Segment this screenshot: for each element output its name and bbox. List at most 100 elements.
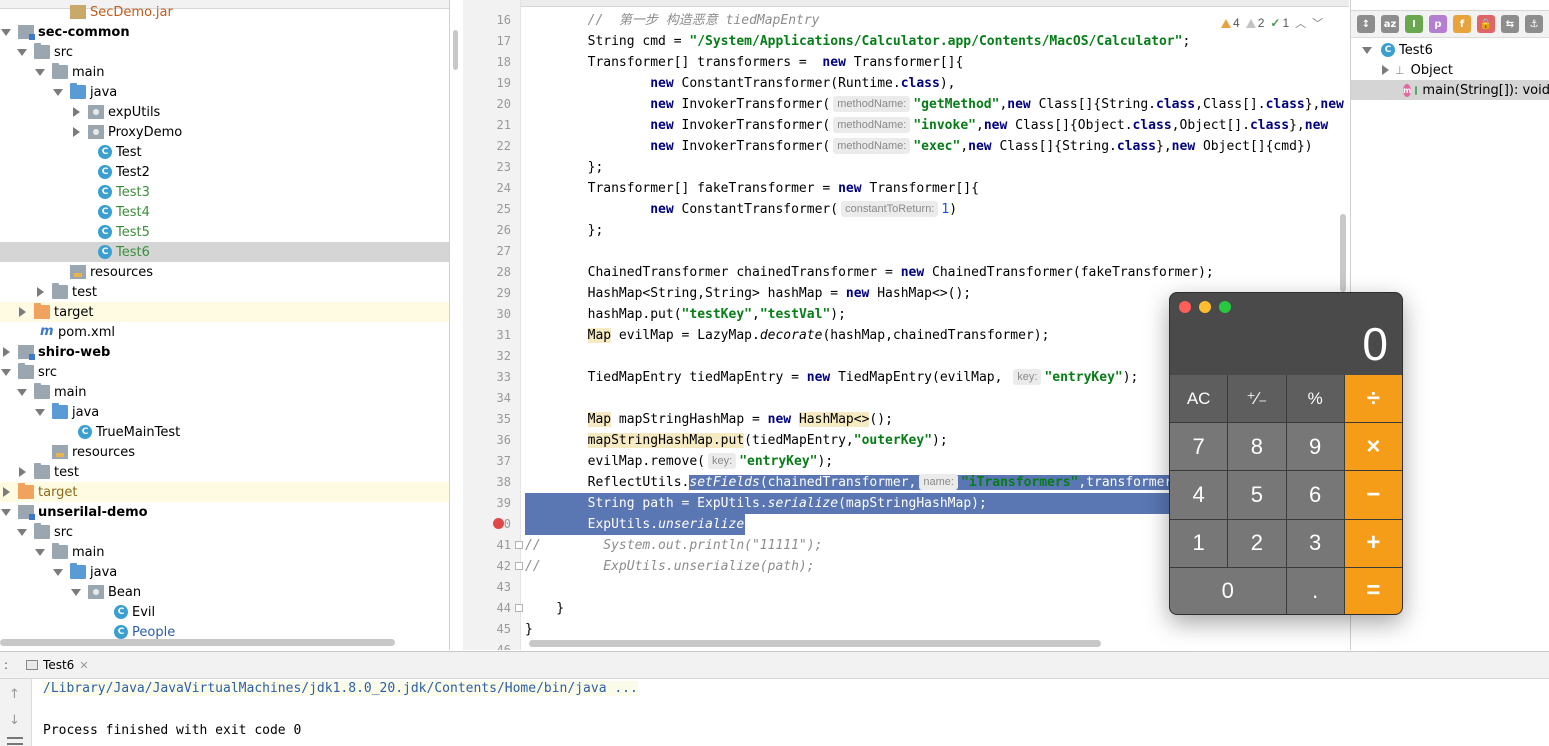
expanded-arrow-icon[interactable] [34, 542, 46, 562]
tree-item-test[interactable]: test [0, 282, 449, 302]
calc-key-digit-4[interactable]: 4 [1170, 471, 1228, 519]
sort-by-visibility-icon[interactable]: ↕ [1357, 15, 1375, 33]
calculator-window[interactable]: 0 AC ⁺∕₋% ÷ 7 8 9 × 4 5 6− 1 2 3 +0. = [1169, 292, 1403, 615]
calc-key-subtract[interactable]: − [1344, 471, 1402, 519]
tree-item-main[interactable]: main [0, 542, 449, 562]
collapsed-arrow-icon[interactable] [16, 462, 28, 482]
expanded-arrow-icon[interactable] [16, 382, 28, 402]
expanded-arrow-icon[interactable] [16, 522, 28, 542]
editor-horizontal-scrollbar[interactable] [529, 640, 1101, 647]
tree-item-target[interactable]: target [0, 302, 449, 322]
calc-key-digit-5[interactable]: 5 [1228, 471, 1286, 519]
line-number[interactable]: 39 [463, 493, 511, 514]
code-line[interactable]: new InvokerTransformer(methodName: "getMe… [525, 94, 1345, 115]
tree-item-proxydemo[interactable]: ProxyDemo [0, 122, 449, 142]
soft-wrap-icon[interactable] [7, 737, 23, 745]
tree-item-main[interactable]: main [0, 62, 449, 82]
project-vertical-scrollbar[interactable] [453, 30, 458, 70]
calc-key-digit-9[interactable]: 9 [1286, 423, 1344, 471]
code-line[interactable] [525, 241, 1345, 262]
line-number[interactable]: 16 [463, 10, 511, 31]
line-number[interactable]: 21 [463, 115, 511, 136]
structure-item-test6[interactable]: C Test6 [1351, 40, 1549, 60]
line-number[interactable]: 28 [463, 262, 511, 283]
close-tab-icon[interactable]: ✕ [79, 659, 88, 672]
code-line[interactable]: } [525, 619, 1345, 640]
tree-item-test6[interactable]: C Test6 [0, 242, 449, 262]
expanded-arrow-icon[interactable] [16, 42, 28, 62]
autoscroll-icon[interactable]: ⚓ [1525, 15, 1543, 33]
line-number[interactable]: 27 [463, 241, 511, 262]
calc-key-digit-1[interactable]: 1 [1170, 519, 1228, 567]
collapsed-arrow-icon[interactable] [70, 102, 82, 122]
line-number[interactable]: 26 [463, 220, 511, 241]
tree-item-src[interactable]: src [0, 42, 449, 62]
editor-vertical-scrollbar[interactable] [1340, 214, 1346, 292]
line-number[interactable]: 38 [463, 472, 511, 493]
code-line[interactable]: new InvokerTransformer(methodName: "invok… [525, 115, 1345, 136]
line-number[interactable]: 35 [463, 409, 511, 430]
code-line[interactable]: new ConstantTransformer(Runtime.class), [525, 73, 1345, 94]
line-number[interactable]: 42 [463, 556, 511, 577]
calc-key-digit-0[interactable]: 0 [1170, 567, 1286, 614]
sort-alphabetically-icon[interactable]: az [1381, 15, 1399, 33]
expanded-arrow-icon[interactable] [34, 62, 46, 82]
calc-key-plus-minus[interactable]: ⁺∕₋ [1228, 375, 1286, 423]
editor-gutter[interactable]: 16 17 18 19 20 21 22 23 24 25 26 27 28 29 30 31 32 33 34 35… [463, 0, 523, 650]
line-number[interactable]: 46 [463, 640, 511, 650]
tree-item-pom-xml[interactable]: m pom.xml [0, 322, 449, 342]
line-number[interactable]: 31 [463, 325, 511, 346]
line-number[interactable]: 30 [463, 304, 511, 325]
calc-key-equals[interactable]: = [1344, 567, 1402, 614]
tree-item-target[interactable]: target [0, 482, 449, 502]
line-number[interactable]: 36 [463, 430, 511, 451]
ok-counter[interactable]: ✓ 1 [1270, 16, 1289, 30]
close-window-button[interactable] [1179, 301, 1191, 313]
expanded-arrow-icon[interactable] [34, 402, 46, 422]
code-line[interactable]: }; [525, 157, 1345, 178]
fold-marker-icon[interactable] [515, 541, 523, 549]
tree-item-unserilal-demo[interactable]: unserilal-demo [0, 502, 449, 522]
tree-item-main[interactable]: main [0, 382, 449, 402]
line-number[interactable]: 33 [463, 367, 511, 388]
expanded-arrow-icon[interactable] [0, 502, 12, 522]
tree-item-truemaintest[interactable]: C TrueMainTest [0, 422, 449, 442]
tree-item-test2[interactable]: C Test2 [0, 162, 449, 182]
code-line[interactable]: String cmd = "/System/Applications/Calcu… [525, 31, 1345, 52]
tree-item-test5[interactable]: C Test5 [0, 222, 449, 242]
line-number[interactable]: 24 [463, 178, 511, 199]
tree-item-evil[interactable]: C Evil [0, 602, 449, 622]
line-number[interactable]: 20 [463, 94, 511, 115]
calc-key-add[interactable]: + [1344, 519, 1402, 567]
show-fields-icon[interactable]: f [1453, 15, 1471, 33]
expanded-arrow-icon[interactable] [52, 562, 64, 582]
code-line[interactable]: ChainedTransformer chainedTransformer = … [525, 262, 1345, 283]
code-line[interactable]: Transformer[] fakeTransformer = new Tran… [525, 178, 1345, 199]
line-number[interactable]: 37 [463, 451, 511, 472]
collapsed-arrow-icon[interactable] [0, 482, 12, 502]
line-number[interactable]: 23 [463, 157, 511, 178]
expanded-arrow-icon[interactable] [1361, 40, 1373, 60]
minimize-window-button[interactable] [1199, 301, 1211, 313]
tree-item-test4[interactable]: C Test4 [0, 202, 449, 222]
line-number[interactable]: 43 [463, 577, 511, 598]
tree-item-sec-common[interactable]: sec-common [0, 22, 449, 42]
run-command-line[interactable]: /Library/Java/JavaVirtualMachines/jdk1.8… [43, 681, 638, 696]
code-line[interactable]: new InvokerTransformer(methodName: "exec"… [525, 136, 1345, 157]
calc-key-digit-2[interactable]: 2 [1228, 519, 1286, 567]
tree-item-java[interactable]: java [0, 82, 449, 102]
tree-item-secdemo-jar[interactable]: SecDemo.jar [0, 2, 449, 22]
collapsed-arrow-icon[interactable] [16, 302, 28, 322]
calc-key-clear[interactable]: AC [1170, 375, 1228, 423]
collapsed-arrow-icon[interactable] [0, 342, 12, 362]
expanded-arrow-icon[interactable] [0, 22, 12, 42]
tree-item-test[interactable]: test [0, 462, 449, 482]
code-line[interactable]: new ConstantTransformer(constantToReturn… [525, 199, 1345, 220]
code-line[interactable]: }; [525, 220, 1345, 241]
tree-item-resources[interactable]: resources [0, 262, 449, 282]
tree-item-shiro-web[interactable]: shiro-web [0, 342, 449, 362]
calc-key-multiply[interactable]: × [1344, 423, 1402, 471]
line-number[interactable]: 41 [463, 535, 511, 556]
inspection-widget[interactable]: 4 2 ✓ 1 ︿ ﹀ [1221, 14, 1324, 32]
previous-highlight-chevron-up-icon[interactable]: ︿ [1295, 15, 1306, 31]
